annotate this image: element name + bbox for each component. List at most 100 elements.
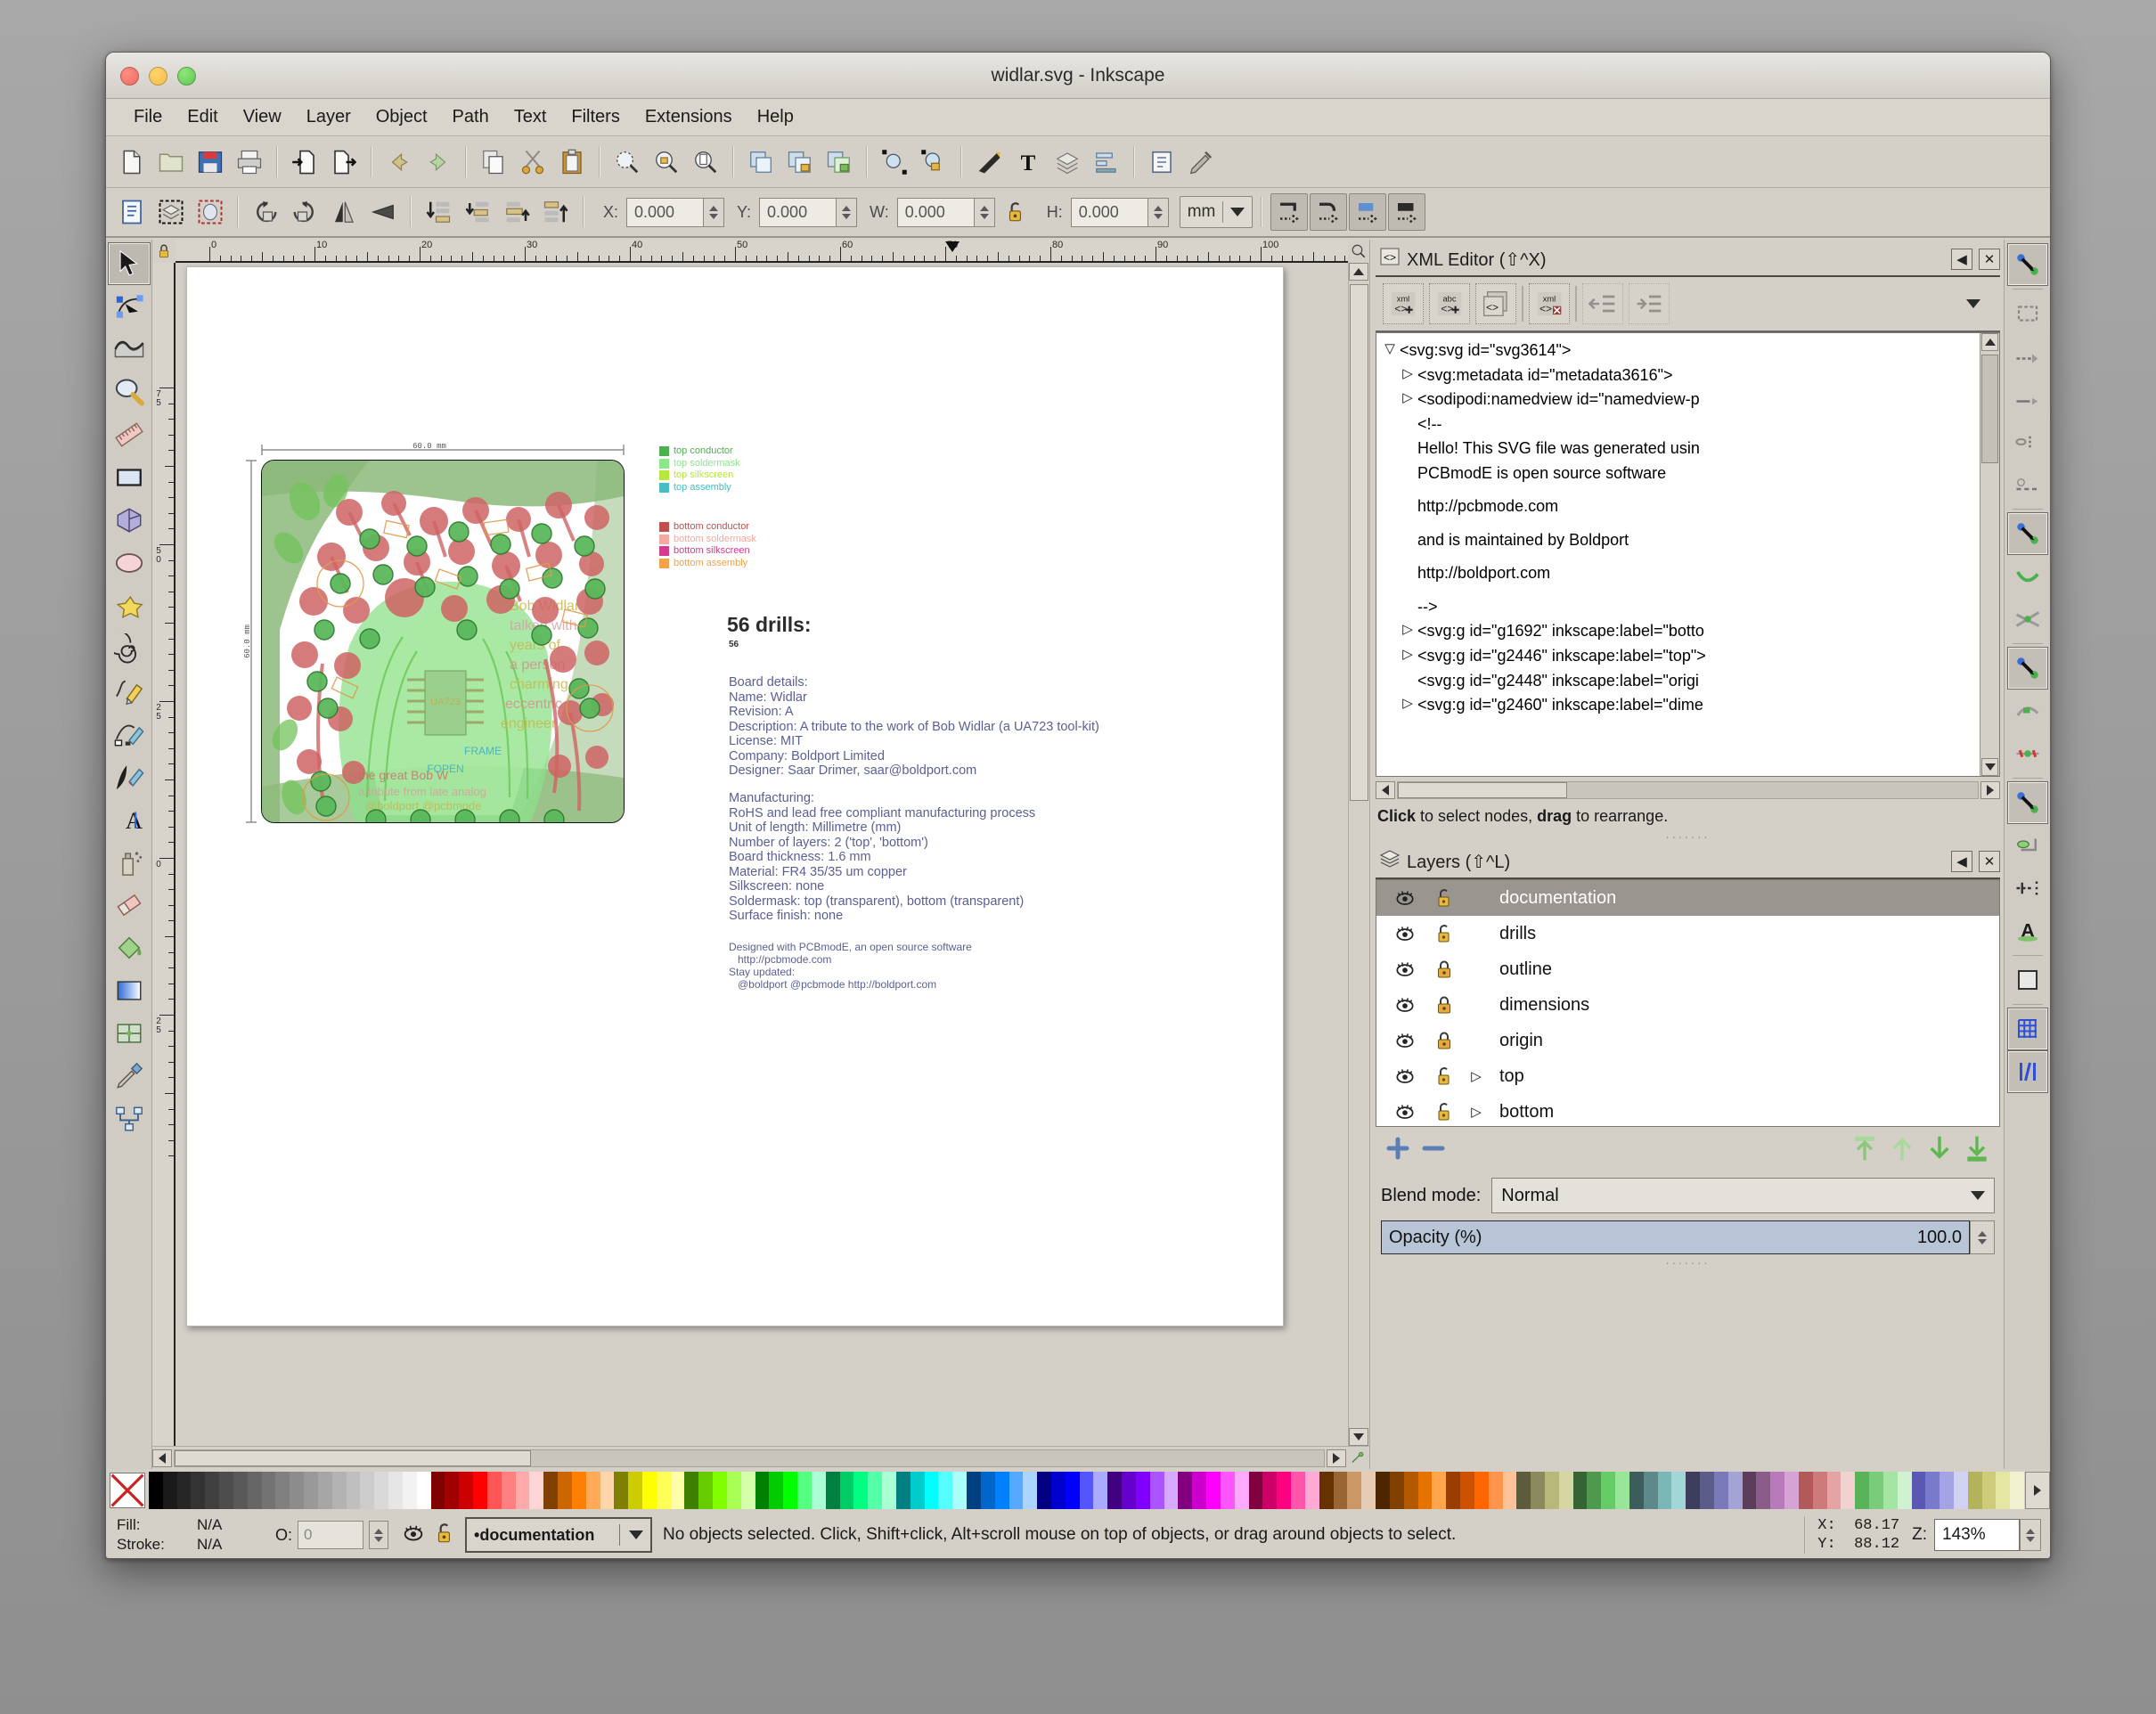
close-window-button[interactable] (120, 67, 139, 86)
palette-swatch[interactable] (1742, 1472, 1757, 1509)
palette-swatch[interactable] (1206, 1472, 1221, 1509)
snap-bbox-edge-icon[interactable] (2007, 335, 2048, 378)
svg-page[interactable]: 60.0 mm 60.0 mm UA723 FRAME FOPEN Bob Wi… (186, 266, 1284, 1326)
select-all-icon[interactable] (113, 193, 151, 231)
snap-others-icon[interactable] (2006, 781, 2048, 824)
palette-swatch[interactable] (967, 1472, 981, 1509)
layer-unlock-icon[interactable] (1425, 887, 1464, 909)
layer-name[interactable]: drills (1489, 924, 1536, 944)
xml-tree-scrollbar[interactable] (1980, 333, 1999, 776)
palette-swatch[interactable] (1122, 1472, 1136, 1509)
palette-swatch[interactable] (1333, 1472, 1348, 1509)
snap-bbox-midpoint-icon[interactable] (2007, 420, 2048, 463)
xml-tree-node[interactable] (1380, 586, 1972, 595)
w-field[interactable]: 0.000 (896, 197, 995, 227)
snap-bbox-corner-icon[interactable] (2007, 378, 2048, 420)
palette-swatch[interactable] (1277, 1472, 1292, 1509)
canvas-vertical-scrollbar[interactable] (1348, 263, 1369, 1446)
layer-visibility-eye-icon[interactable] (1385, 1065, 1425, 1088)
layers-list[interactable]: documentation drills outline dimensions orig… (1376, 879, 2000, 1127)
unindent-node-icon[interactable] (1582, 283, 1623, 324)
text-tool[interactable]: A (108, 798, 151, 841)
palette-swatch[interactable] (713, 1472, 727, 1509)
palette-swatch[interactable] (388, 1472, 403, 1509)
new-text-node-icon[interactable]: abc <> (1429, 283, 1470, 324)
ungroup-icon[interactable] (821, 143, 858, 181)
xml-scroll-up-button[interactable] (1981, 333, 1998, 351)
layer-row[interactable]: dimensions (1376, 987, 1999, 1023)
expand-triangle-icon[interactable]: ▽ (1380, 339, 1400, 358)
palette-swatch[interactable] (473, 1472, 487, 1509)
calligraphy-tool[interactable] (108, 755, 151, 798)
palette-swatch[interactable] (571, 1472, 586, 1509)
menu-help[interactable]: Help (746, 104, 805, 130)
xml-tree-node[interactable]: http://boldport.com (1380, 561, 1972, 586)
layer-row[interactable]: origin (1376, 1023, 1999, 1058)
menu-text[interactable]: Text (502, 104, 559, 130)
fill-stroke-indicator[interactable]: Fill: N/A Stroke: N/A (106, 1515, 275, 1555)
xml-scroll-down-button[interactable] (1981, 758, 1998, 776)
panel-grip[interactable]: ‧‧‧‧‧‧‧ (1376, 1257, 2000, 1271)
palette-swatch[interactable] (1671, 1472, 1686, 1509)
layer-lock-icon[interactable] (1425, 994, 1464, 1016)
palette-swatch[interactable] (1981, 1472, 1997, 1509)
palette-swatch[interactable] (585, 1472, 600, 1509)
palette-swatch[interactable] (1756, 1472, 1771, 1509)
layer-name[interactable]: top (1489, 1066, 1524, 1087)
xml-tree-node[interactable]: ▷ <svg:metadata id="metadata3616"> (1380, 363, 1972, 388)
xml-tree-node[interactable]: PCBmodE is open source software (1380, 461, 1972, 486)
layer-expand-triangle-icon[interactable]: ▷ (1464, 1068, 1489, 1084)
palette-swatch[interactable] (1164, 1472, 1179, 1509)
palette-swatch[interactable] (1855, 1472, 1870, 1509)
bucket-fill-tool[interactable] (108, 926, 151, 969)
layer-unlock-icon[interactable] (433, 1522, 456, 1549)
flip-vertical-icon[interactable] (364, 193, 402, 231)
palette-swatch[interactable] (1615, 1472, 1629, 1509)
palette-swatch[interactable] (501, 1472, 516, 1509)
palette-swatch[interactable] (994, 1472, 1009, 1509)
menu-extensions[interactable]: Extensions (633, 104, 744, 130)
palette-swatch[interactable] (726, 1472, 741, 1509)
palette-swatch[interactable] (1897, 1472, 1912, 1509)
palette-swatch[interactable] (868, 1472, 883, 1509)
palette-swatch[interactable] (176, 1472, 192, 1509)
layer-name[interactable]: outline (1489, 959, 1552, 980)
palette-swatch[interactable] (1291, 1472, 1305, 1509)
palette-swatch[interactable] (1023, 1472, 1038, 1509)
palette-swatch[interactable] (1784, 1472, 1799, 1509)
palette-swatch[interactable] (1009, 1472, 1024, 1509)
snap-bbox-icon[interactable] (2007, 292, 2048, 335)
horizontal-ruler[interactable]: 0102030405060708090100110 (176, 240, 1348, 263)
palette-swatch[interactable] (1304, 1472, 1319, 1509)
copy-icon[interactable] (475, 143, 512, 181)
palette-swatch[interactable] (895, 1472, 911, 1509)
remove-layer-icon[interactable] (1420, 1135, 1447, 1166)
layer-visibility-eye-icon[interactable] (1385, 1100, 1425, 1123)
raise-to-top-icon[interactable] (537, 193, 575, 231)
palette-swatch[interactable] (290, 1472, 305, 1509)
dropper-tool[interactable] (108, 1055, 151, 1098)
palette-swatch[interactable] (1967, 1472, 1982, 1509)
affect-patterns-icon[interactable] (1388, 193, 1426, 231)
xml-tree-node[interactable]: <!-- (1380, 412, 1972, 437)
units-dropdown[interactable]: mm (1179, 196, 1254, 228)
palette-swatch[interactable] (1558, 1472, 1573, 1509)
palette-swatch[interactable] (233, 1472, 248, 1509)
layer-row[interactable]: drills (1376, 916, 1999, 951)
snap-guide-icon[interactable] (2006, 1050, 2048, 1093)
expand-triangle-icon[interactable]: ▷ (1398, 620, 1417, 639)
palette-swatch[interactable] (1954, 1472, 1968, 1509)
palette-swatch[interactable] (1643, 1472, 1658, 1509)
no-color-x-icon[interactable] (110, 1473, 145, 1508)
palette-swatch[interactable] (938, 1472, 953, 1509)
menu-file[interactable]: File (122, 104, 174, 130)
palette-swatch[interactable] (219, 1472, 233, 1509)
w-field-spinner[interactable] (973, 197, 995, 227)
opacity-spinner[interactable] (369, 1521, 389, 1549)
layer-unlock-icon[interactable] (1425, 923, 1464, 944)
palette-swatch[interactable] (1911, 1472, 1926, 1509)
layer-name[interactable]: origin (1489, 1031, 1543, 1051)
vertical-ruler[interactable]: 7 5 5 0 2 5 0 2 5 (152, 263, 176, 1446)
palette-swatch[interactable] (1403, 1472, 1418, 1509)
tweak-tool[interactable] (108, 328, 151, 371)
